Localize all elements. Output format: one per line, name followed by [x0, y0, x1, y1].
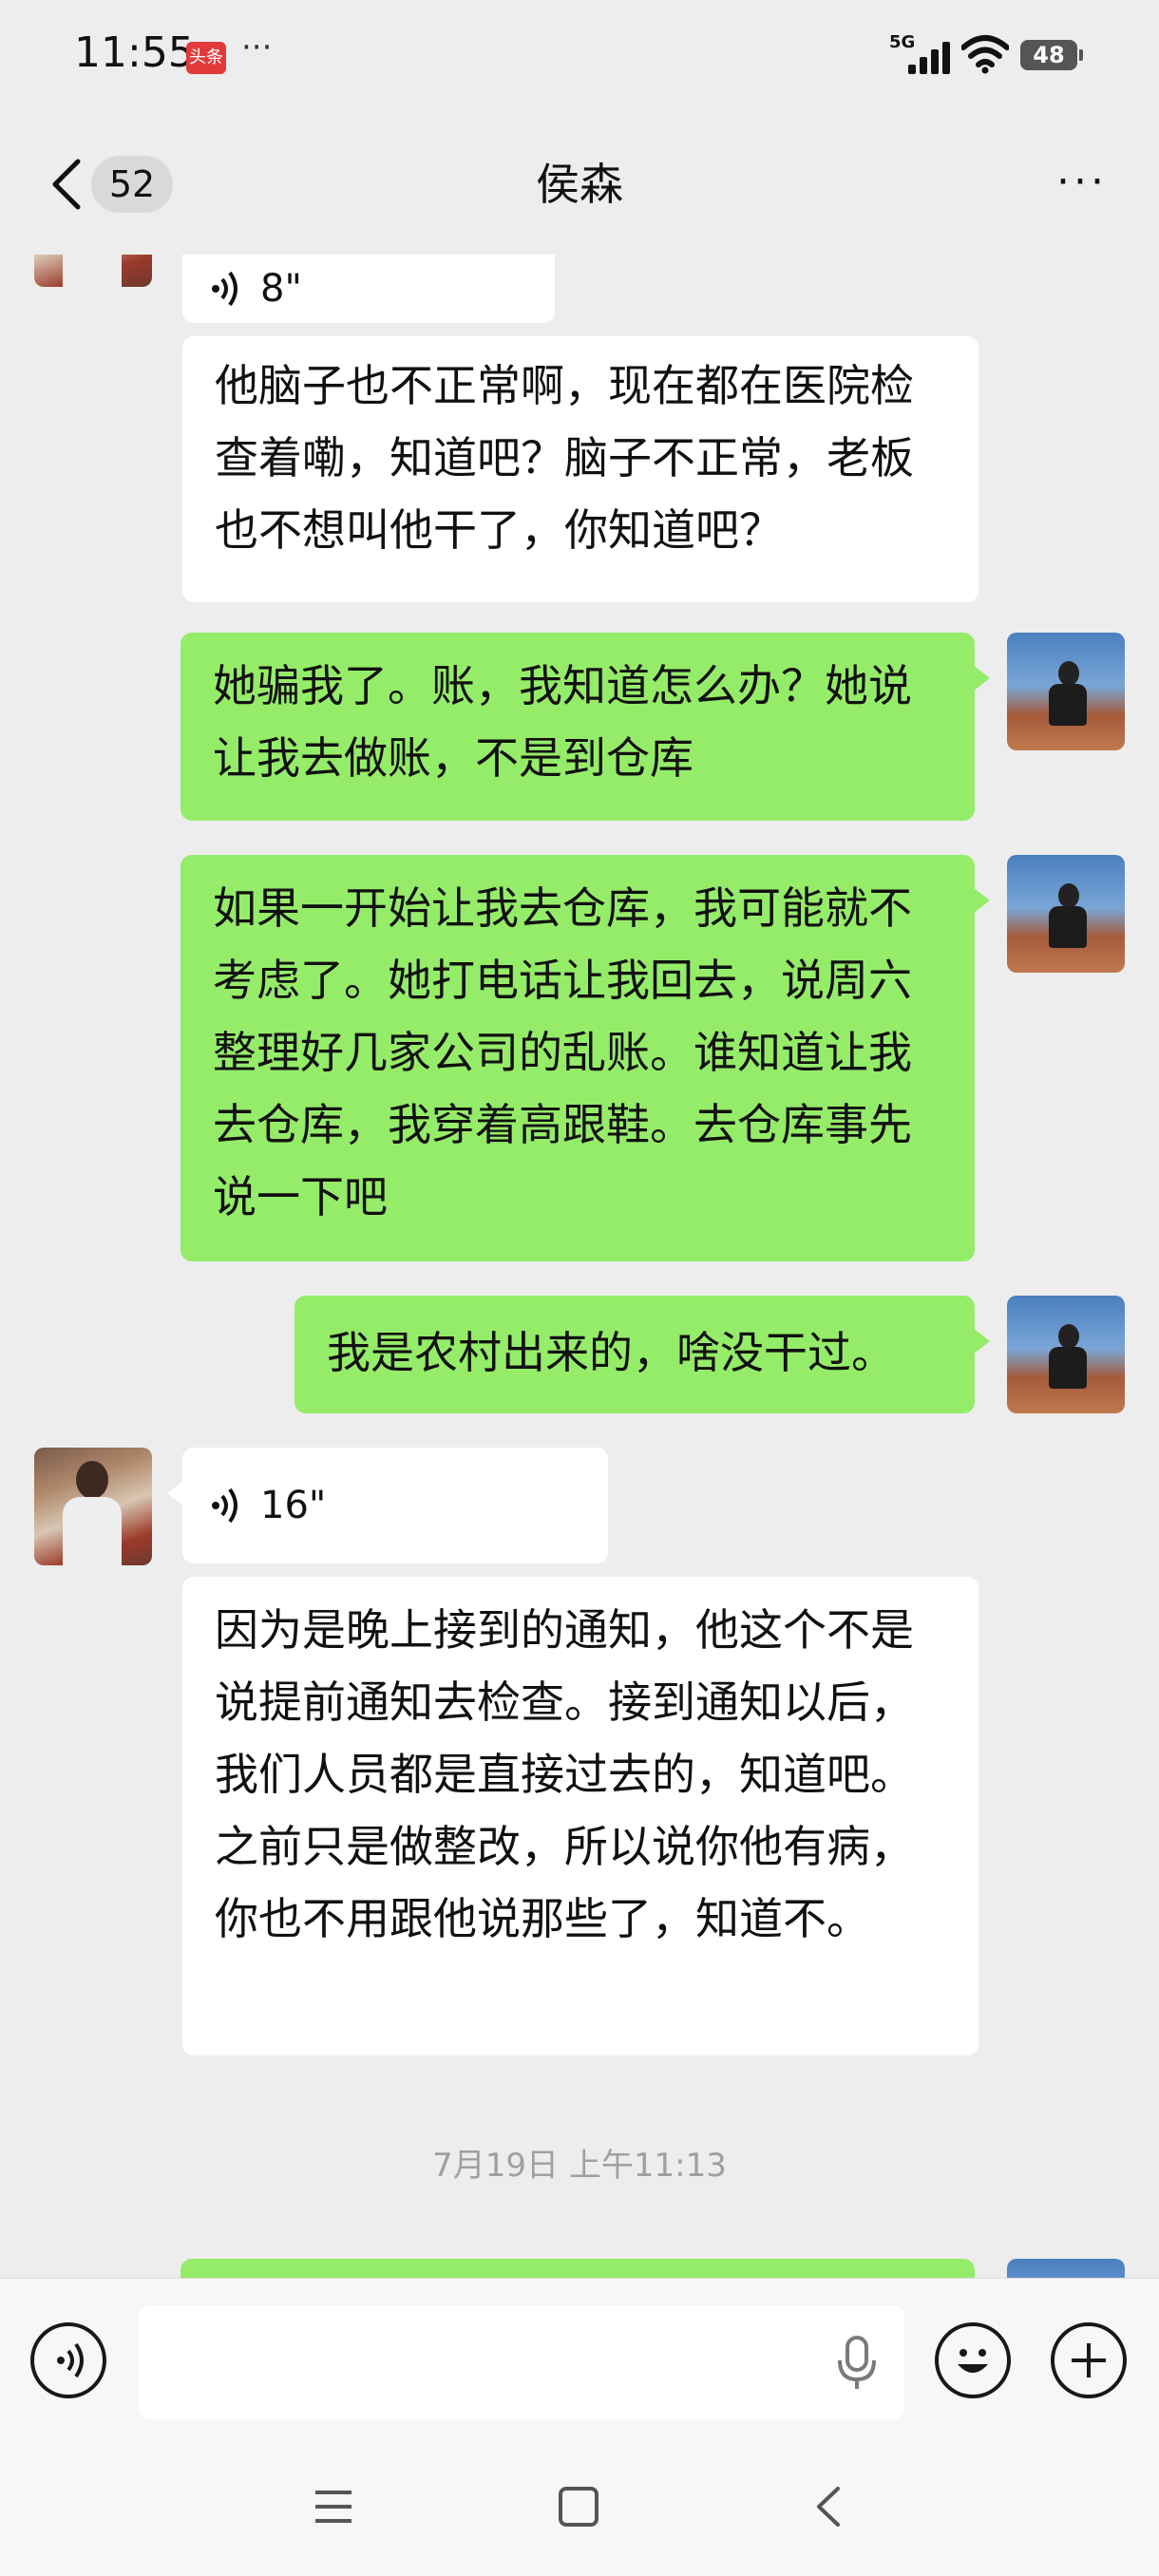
message-input[interactable] — [139, 2305, 904, 2419]
message-list[interactable]: 8" 他脑子也不正常啊，现在都在医院检查着嘞，知道吧？脑子不正常，老板也不想叫他… — [0, 255, 1159, 2278]
message-bubble-partial[interactable] — [180, 2259, 975, 2278]
voice-message[interactable]: 16" — [167, 1448, 608, 1563]
voice-input-toggle[interactable] — [30, 2322, 106, 2398]
smiley-icon — [958, 2349, 988, 2373]
voice-duration: 16" — [260, 1484, 327, 1527]
contact-avatar[interactable] — [34, 255, 152, 287]
microphone-icon[interactable] — [836, 2336, 878, 2391]
home-icon[interactable] — [557, 2485, 600, 2529]
message-timestamp: 7月19日 上午11:13 — [432, 2147, 727, 2185]
toutiao-app-icon: 头条 — [186, 42, 226, 74]
unread-count-badge[interactable]: 52 — [91, 156, 173, 213]
emoji-button[interactable] — [935, 2322, 1011, 2398]
self-avatar[interactable] — [1007, 2259, 1125, 2278]
voice-message[interactable]: 8" — [182, 255, 555, 323]
voice-wave-icon — [212, 1487, 238, 1524]
message-bubble[interactable]: 她骗我了。账，我知道怎么办？她说让我去做账，不是到仓库 — [180, 633, 990, 821]
status-time: 11:55 — [74, 28, 195, 77]
chat-header: 侯森 52 ··· — [0, 114, 1159, 255]
self-avatar[interactable] — [1007, 633, 1125, 750]
message-bubble[interactable]: 他脑子也不正常啊，现在都在医院检查着嘞，知道吧？脑子不正常，老板也不想叫他干了，… — [182, 336, 978, 602]
contact-avatar[interactable] — [34, 1448, 152, 1565]
self-avatar[interactable] — [1007, 855, 1125, 973]
chat-title: 侯森 — [536, 159, 623, 210]
voice-duration: 8" — [260, 267, 302, 311]
status-more-icon: ··· — [241, 28, 273, 66]
wifi-icon — [961, 35, 1009, 74]
back-arrow-icon[interactable] — [48, 158, 86, 211]
system-navigation-bar — [0, 2441, 1159, 2576]
plus-icon — [1072, 2343, 1106, 2377]
signal-icon — [908, 40, 950, 74]
battery-icon: 48 — [1020, 40, 1083, 70]
menu-icon[interactable] — [312, 2485, 355, 2529]
status-bar: 11:55 头条 ··· 5G 48 — [0, 0, 1159, 114]
message-bubble[interactable]: 因为是晚上接到的通知，他这个不是说提前通知去检查。接到通知以后，我们人员都是直接… — [182, 1577, 978, 2055]
message-bubble[interactable]: 如果一开始让我去仓库，我可能就不考虑了。她打电话让我回去，说周六整理好几家公司的… — [180, 855, 990, 1261]
add-attachment-button[interactable] — [1051, 2322, 1127, 2398]
input-bar — [0, 2278, 1159, 2442]
more-options-button[interactable]: ··· — [1049, 161, 1115, 203]
voice-wave-icon — [57, 2342, 84, 2378]
voice-wave-icon — [212, 271, 238, 307]
message-bubble[interactable]: 我是农村出来的，啥没干过。 — [294, 1296, 990, 1413]
back-icon[interactable] — [808, 2485, 851, 2529]
self-avatar[interactable] — [1007, 1296, 1125, 1413]
